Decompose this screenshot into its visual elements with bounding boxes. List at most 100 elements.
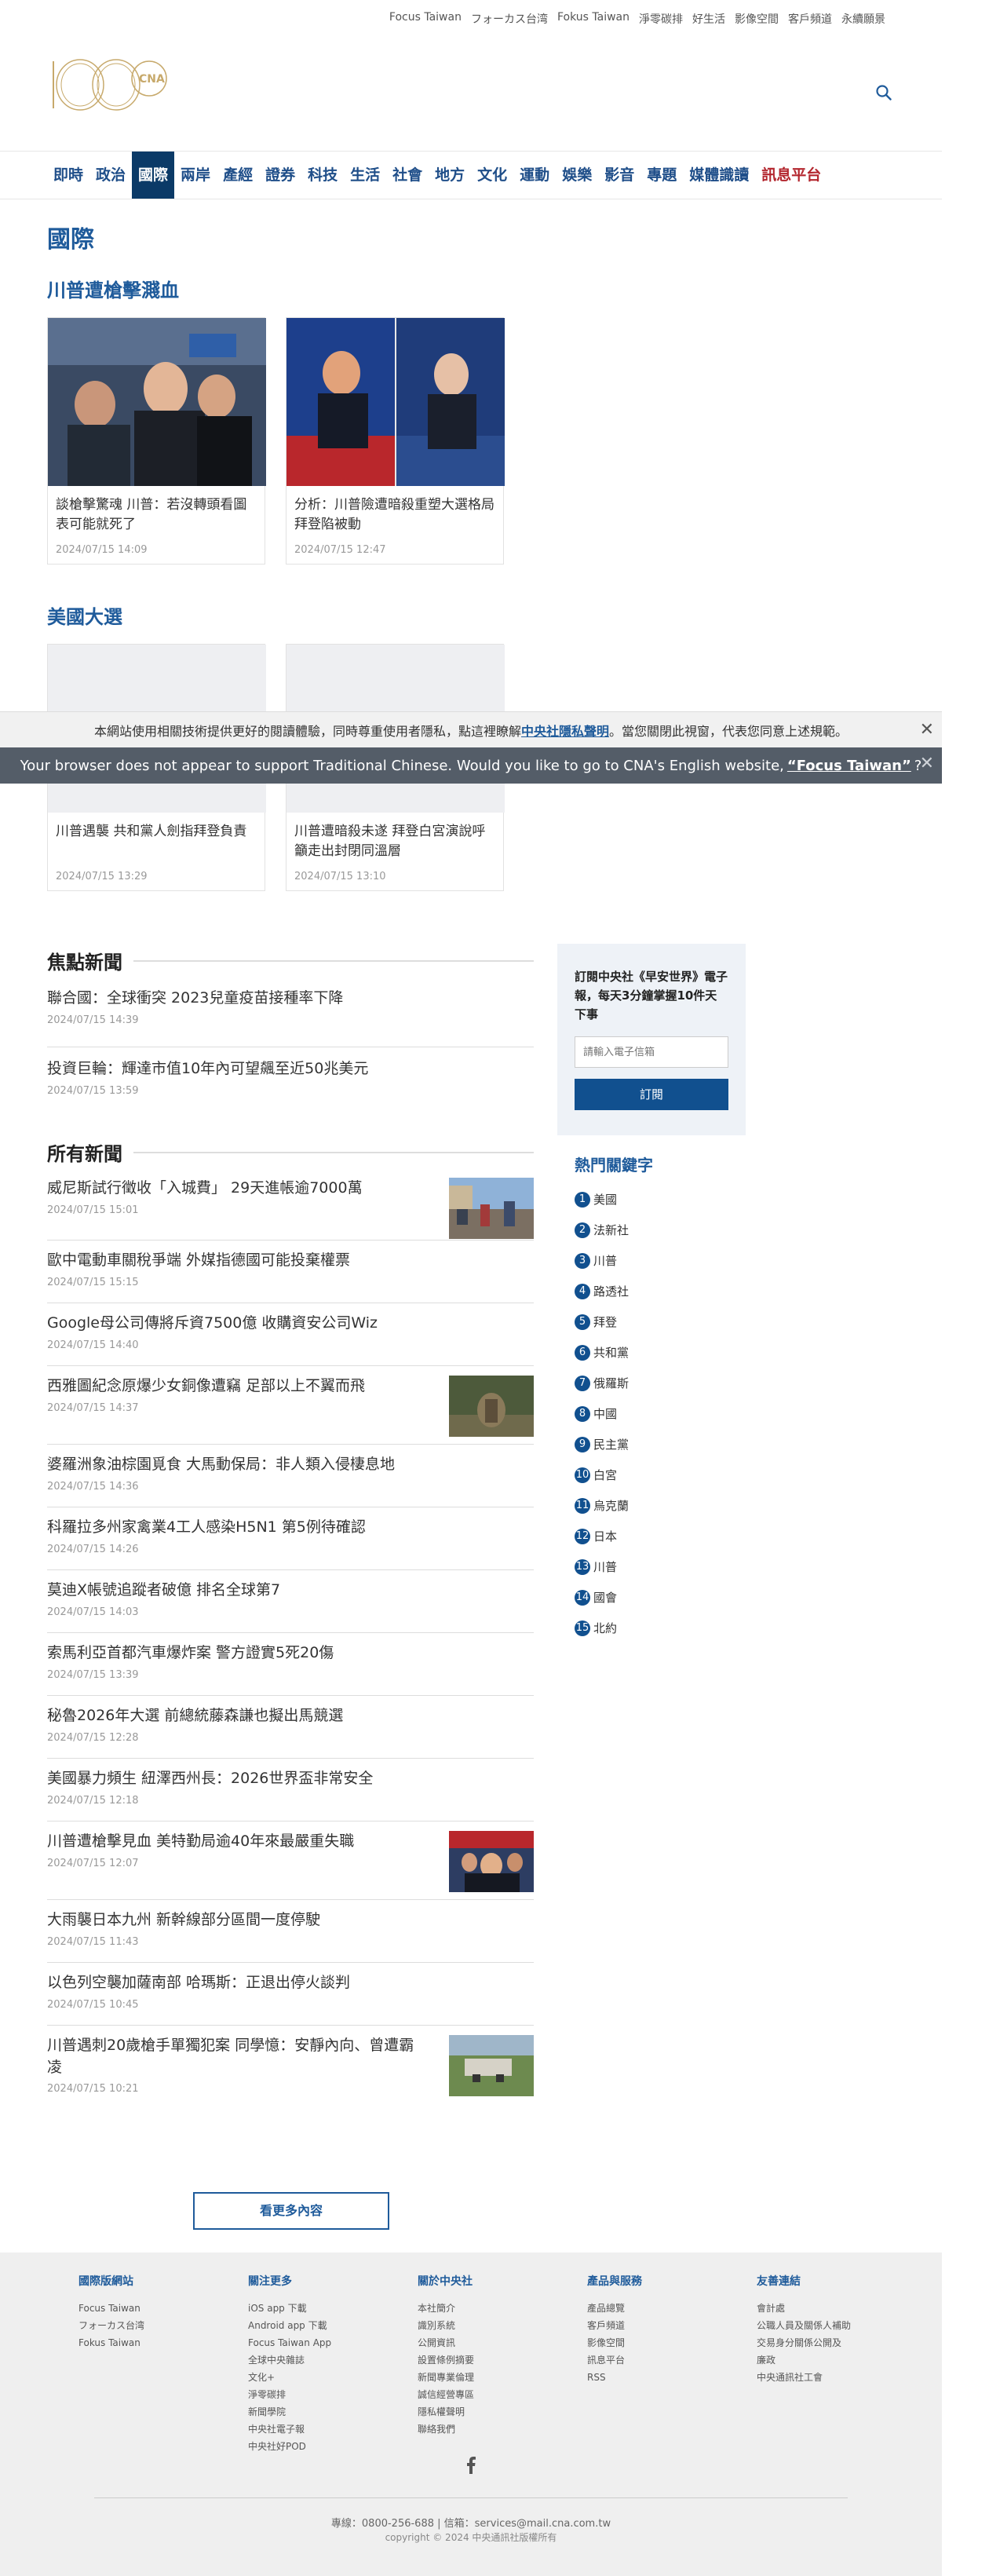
nav-item-sports[interactable]: 運動 [513,152,556,199]
util-link-sustainability[interactable]: 永續願景 [841,11,885,27]
cna-100-logo[interactable]: CNA [47,53,173,115]
card-photo-debate[interactable] [286,318,505,486]
hot-keyword[interactable]: 12 日本 [575,1521,629,1551]
feature-card[interactable]: 分析：川普險遭暗殺重塑大選格局 拜登陷被動 2024/07/15 12:47 [286,317,505,565]
footer-link[interactable]: 新聞學院 [248,2403,331,2421]
footer-link[interactable]: 會計處 [757,2300,851,2317]
nav-item-international[interactable]: 國際 [132,152,175,199]
nav-item-tech[interactable]: 科技 [301,152,344,199]
footer-link[interactable]: 設置條例摘要 [418,2351,474,2369]
hot-keyword[interactable]: 14 國會 [575,1582,629,1613]
list-item[interactable]: 婆羅洲象油棕園覓食 大馬動保局：非人類入侵棲息地 2024/07/15 14:3… [47,1445,534,1507]
hot-keyword-label[interactable]: 路透社 [593,1283,629,1299]
nav-item-features[interactable]: 專題 [640,152,683,199]
list-item-title[interactable]: 科羅拉多州家禽業4工人感染H5N1 第5例待確認 [47,1517,534,1539]
news-thumbnail[interactable] [449,1178,534,1239]
footer-link[interactable]: Android app 下載 [248,2317,331,2334]
news-thumbnail[interactable] [449,1376,534,1437]
footer-link[interactable]: 公職人員及關係人補助 [757,2317,851,2334]
news-thumbnail[interactable] [449,1831,534,1892]
hot-keyword[interactable]: 1 美國 [575,1184,629,1215]
search-icon[interactable] [874,83,893,102]
hot-keyword-label[interactable]: 北約 [593,1620,617,1636]
footer-link[interactable]: Focus Taiwan [78,2300,144,2317]
list-item-title[interactable]: 歐中電動車關稅爭端 外媒指德國可能投棄權票 [47,1250,534,1272]
footer-link[interactable]: 影像空間 [587,2334,642,2351]
footer-link[interactable]: 隱私權聲明 [418,2403,474,2421]
list-item[interactable]: Google母公司傳將斥資7500億 收購資安公司Wiz 2024/07/15 … [47,1303,534,1366]
focus-taiwan-link[interactable]: “Focus Taiwan” [787,758,911,774]
hot-keyword-label[interactable]: 白宮 [593,1467,617,1483]
hot-keyword-label[interactable]: 國會 [593,1589,617,1606]
hot-keyword-label[interactable]: 川普 [593,1252,617,1269]
section-title-us-election[interactable]: 美國大選 [47,601,122,629]
footer-link[interactable]: iOS app 下載 [248,2300,331,2317]
list-item[interactable]: 大雨襲日本九州 新幹線部分區間一度停駛 2024/07/15 11:43 [47,1900,534,1963]
footer-link[interactable]: 誠信經營專區 [418,2386,474,2403]
list-item-title[interactable]: 莫迪X帳號追蹤者破億 排名全球第7 [47,1580,534,1602]
hot-keyword-label[interactable]: 法新社 [593,1222,629,1238]
list-item[interactable]: 美國暴力頻生 紐澤西州長：2026世界盃非常安全 2024/07/15 12:1… [47,1759,534,1821]
hot-keyword[interactable]: 11 烏克蘭 [575,1490,629,1521]
hot-keyword[interactable]: 10 白宮 [575,1460,629,1490]
feature-card[interactable]: 談槍擊驚魂 川普：若沒轉頭看圖表可能就死了 2024/07/15 14:09 [47,317,266,565]
hot-keyword-label[interactable]: 川普 [593,1558,617,1575]
hot-keyword-label[interactable]: 民主黨 [593,1436,629,1452]
section-title-trump-shooting[interactable]: 川普遭槍擊濺血 [47,275,179,302]
nav-item-society[interactable]: 社會 [386,152,429,199]
newsletter-email-input[interactable] [575,1036,728,1068]
util-link-focus-taiwan-jp[interactable]: フォーカス台湾 [471,11,548,27]
list-item-title[interactable]: 秘魯2026年大選 前總統藤森謙也擬出馬競選 [47,1705,534,1727]
hot-keyword[interactable]: 9 民主黨 [575,1429,629,1460]
footer-link[interactable]: 中央社好POD [248,2438,331,2455]
nav-item-stocks[interactable]: 證券 [259,152,301,199]
hot-keyword[interactable]: 7 俄羅斯 [575,1368,629,1398]
nav-item-message-platform[interactable]: 訊息平台 [755,152,827,199]
footer-link[interactable]: 廉政 [757,2351,851,2369]
hot-keyword[interactable]: 4 路透社 [575,1276,629,1306]
hot-keyword[interactable]: 2 法新社 [575,1215,629,1245]
util-link-image-space[interactable]: 影像空間 [735,11,779,27]
footer-link[interactable]: 本社簡介 [418,2300,474,2317]
card-title[interactable]: 川普遇襲 共和黨人劍指拜登負責 [56,822,257,861]
card-title[interactable]: 談槍擊驚魂 川普：若沒轉頭看圖表可能就死了 [56,495,257,535]
nav-item-culture[interactable]: 文化 [471,152,513,199]
nav-item-entertainment[interactable]: 娛樂 [556,152,598,199]
list-item[interactable]: 西雅圖紀念原爆少女銅像遭竊 足部以上不翼而飛 2024/07/15 14:37 [47,1366,534,1445]
list-item[interactable]: 川普遇刺20歲槍手單獨犯案 同學憶：安靜內向、曾遭霸凌 2024/07/15 1… [47,2026,534,2120]
list-item[interactable]: 投資巨輪：輝達市值10年內可望飆至近50兆美元 2024/07/15 13:59 [47,1047,534,1112]
card-title[interactable]: 川普遭暗殺未遂 拜登白宮演說呼籲走出封閉同溫層 [294,822,495,861]
language-banner-close-icon[interactable]: ✕ [920,754,934,773]
list-item[interactable]: 科羅拉多州家禽業4工人感染H5N1 第5例待確認 2024/07/15 14:2… [47,1507,534,1570]
hot-keyword-label[interactable]: 俄羅斯 [593,1375,629,1391]
hot-keyword-label[interactable]: 拜登 [593,1314,617,1330]
nav-item-video[interactable]: 影音 [598,152,640,199]
list-item-title[interactable]: 美國暴力頻生 紐澤西州長：2026世界盃非常安全 [47,1768,534,1790]
hot-keyword[interactable]: 6 共和黨 [575,1337,629,1368]
list-item-title[interactable]: 以色列空襲加薩南部 哈瑪斯：正退出停火談判 [47,1972,534,1994]
hot-keyword-label[interactable]: 美國 [593,1191,617,1208]
hot-keyword[interactable]: 15 北約 [575,1613,629,1643]
footer-link[interactable]: 識別系統 [418,2317,474,2334]
nav-item-media-literacy[interactable]: 媒體識讀 [683,152,755,199]
list-item-title[interactable]: 投資巨輪：輝達市值10年內可望飆至近50兆美元 [47,1058,534,1080]
util-link-client-channel[interactable]: 客戶頻道 [788,11,832,27]
util-link-net-zero[interactable]: 淨零碳排 [639,11,683,27]
nav-item-local[interactable]: 地方 [429,152,471,199]
nav-item-breaking[interactable]: 即時 [47,152,89,199]
hot-keyword-label[interactable]: 烏克蘭 [593,1497,629,1514]
util-link-focus-taiwan[interactable]: Focus Taiwan [389,11,462,27]
news-thumbnail[interactable] [449,2035,534,2096]
footer-link[interactable]: 淨零碳排 [248,2386,331,2403]
hot-keyword[interactable]: 13 川普 [575,1551,629,1582]
nav-item-cross-strait[interactable]: 兩岸 [174,152,217,199]
newsletter-subscribe-button[interactable]: 訂閱 [575,1079,728,1110]
list-item-title[interactable]: 川普遇刺20歲槍手單獨犯案 同學憶：安靜內向、曾遭霸凌 [47,2035,424,2078]
list-item-title[interactable]: 索馬利亞首都汽車爆炸案 警方證實5死20傷 [47,1642,534,1664]
footer-link[interactable]: 客戶頻道 [587,2317,642,2334]
footer-link[interactable]: 文化+ [248,2369,331,2386]
nav-item-politics[interactable]: 政治 [89,152,132,199]
cookie-close-icon[interactable]: ✕ [920,720,934,740]
card-photo-trump-shooting[interactable] [48,318,266,486]
load-more-button[interactable]: 看更多內容 [193,2192,389,2230]
